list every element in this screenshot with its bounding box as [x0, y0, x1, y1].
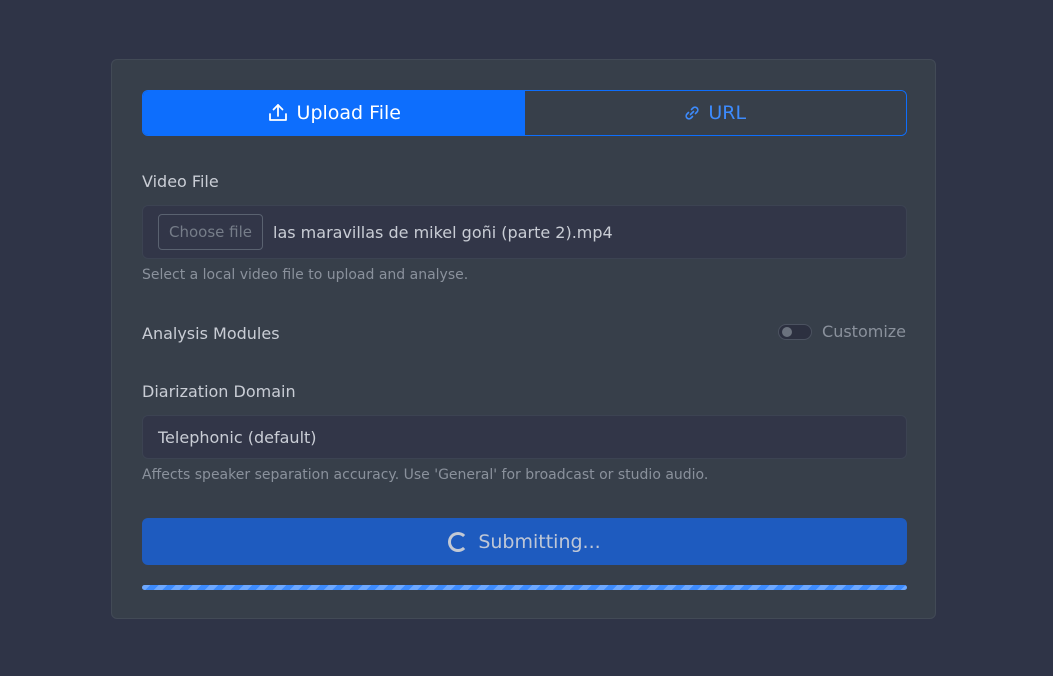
video-file-input[interactable]: Choose file las maravillas de mikel goñi… — [142, 205, 907, 259]
tab-url-label: URL — [708, 102, 747, 124]
video-file-help: Select a local video file to upload and … — [142, 267, 469, 283]
toggle-knob — [782, 326, 793, 337]
tab-url[interactable]: URL — [524, 91, 906, 135]
upload-icon — [267, 102, 289, 124]
link-icon — [684, 105, 700, 121]
diarization-help: Affects speaker separation accuracy. Use… — [142, 467, 709, 483]
tab-upload-file[interactable]: Upload File — [143, 91, 525, 135]
tab-upload-file-label: Upload File — [296, 102, 401, 124]
customize-toggle[interactable] — [778, 323, 813, 340]
customize-toggle-label: Customize — [822, 322, 906, 341]
diarization-domain-label: Diarization Domain — [142, 382, 296, 401]
diarization-domain-value: Telephonic (default) — [158, 427, 317, 447]
submit-button[interactable]: Submitting... — [142, 518, 907, 565]
submit-button-label: Submitting... — [478, 530, 601, 553]
customize-toggle-group: Customize — [778, 322, 906, 341]
choose-file-button[interactable]: Choose file — [158, 214, 263, 250]
upload-form-card: Upload File URL Video File Choose file l… — [111, 59, 936, 619]
source-tabs: Upload File URL — [142, 90, 907, 136]
selected-file-name: las maravillas de mikel goñi (parte 2).m… — [273, 222, 613, 242]
upload-progress-bar — [142, 585, 907, 590]
video-file-label: Video File — [142, 172, 219, 191]
spinner-icon — [448, 531, 469, 552]
diarization-domain-select[interactable]: Telephonic (default) — [142, 415, 907, 459]
analysis-modules-label: Analysis Modules — [142, 324, 280, 343]
